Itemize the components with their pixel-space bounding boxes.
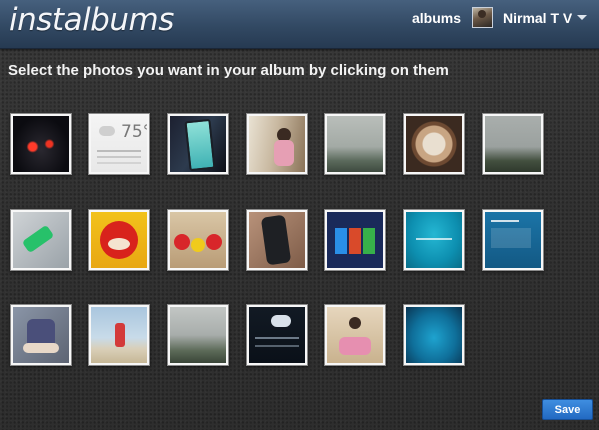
page-instructions: Select the photos you want in your album… bbox=[8, 62, 449, 79]
photo-misty-trees[interactable] bbox=[324, 113, 386, 175]
photo-windows8-start[interactable] bbox=[324, 209, 386, 271]
photo-coffee-cup[interactable] bbox=[403, 113, 465, 175]
photo-blue-screen[interactable] bbox=[403, 304, 465, 366]
photo-green-gadget[interactable] bbox=[10, 209, 72, 271]
photo-phone-hand[interactable] bbox=[167, 113, 229, 175]
app-logo[interactable]: instalbums bbox=[9, 2, 174, 38]
photo-angry-birds-toys[interactable] bbox=[167, 209, 229, 271]
photo-beach-person[interactable] bbox=[88, 304, 150, 366]
photo-weather-app[interactable] bbox=[246, 304, 308, 366]
photo-remote-hand[interactable] bbox=[246, 209, 308, 271]
user-name[interactable]: Nirmal T V bbox=[503, 10, 572, 26]
photo-windows8-os[interactable] bbox=[482, 209, 544, 271]
avatar[interactable] bbox=[472, 7, 493, 28]
photo-child-window[interactable] bbox=[246, 113, 308, 175]
photo-child-bicycle[interactable] bbox=[10, 304, 72, 366]
chevron-down-icon[interactable] bbox=[577, 15, 587, 20]
top-bar: instalbums albums Nirmal T V bbox=[0, 0, 599, 49]
photo-trees-overcast[interactable] bbox=[167, 304, 229, 366]
photo-foggy-palms[interactable] bbox=[482, 113, 544, 175]
weather-temp-text: 75° bbox=[121, 122, 147, 142]
photo-windows8-setup[interactable] bbox=[403, 209, 465, 271]
save-button[interactable]: Save bbox=[542, 399, 593, 420]
nav-albums-link[interactable]: albums bbox=[412, 10, 461, 26]
photo-car-dashboard[interactable] bbox=[10, 113, 72, 175]
photo-weather-widget[interactable]: 75° bbox=[88, 113, 150, 175]
photo-angry-bird-red[interactable] bbox=[88, 209, 150, 271]
photo-child-toy-car[interactable] bbox=[324, 304, 386, 366]
